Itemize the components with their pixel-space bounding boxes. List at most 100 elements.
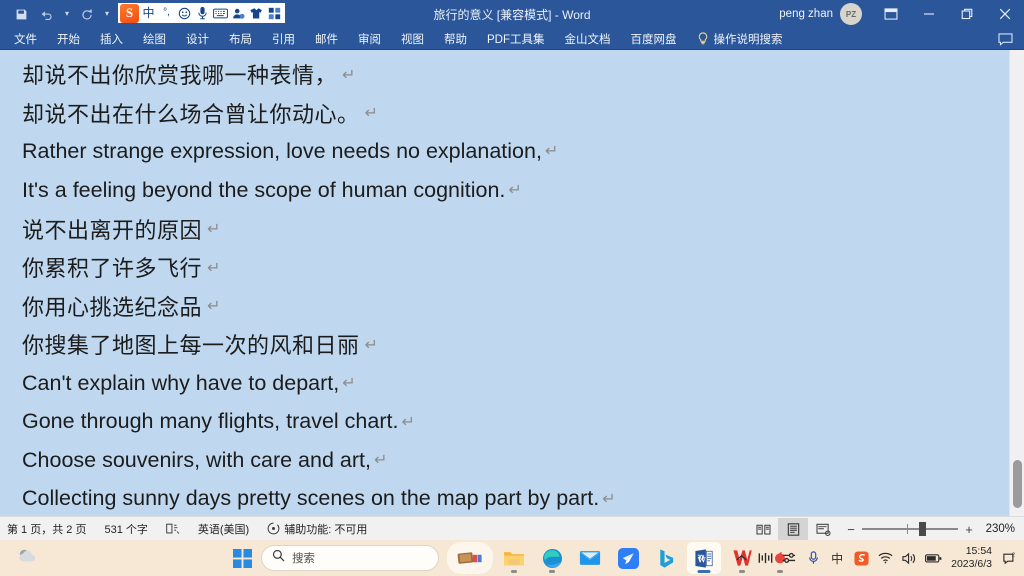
taskbar-app-widgets[interactable]	[447, 542, 493, 574]
tab-draw[interactable]: 绘图	[133, 28, 176, 50]
tab-review[interactable]: 审阅	[348, 28, 391, 50]
accessibility-status[interactable]: 辅助功能: 不可用	[258, 518, 376, 540]
tab-insert[interactable]: 插入	[90, 28, 133, 50]
zoom-slider[interactable]	[862, 521, 958, 537]
soft-keyboard-icon[interactable]	[212, 4, 229, 23]
equalizer-icon[interactable]	[753, 542, 777, 574]
microphone-icon[interactable]	[801, 542, 825, 574]
status-bar: 第 1 页，共 2 页 531 个字 英语(美国) 辅助功能: 不可用 − +	[0, 516, 1024, 540]
customize-quick-access-chevron-down-icon[interactable]: ▾	[100, 3, 114, 25]
sogou-icon[interactable]	[849, 542, 873, 574]
restore-button[interactable]	[948, 0, 986, 28]
toolbox-apps-grid-icon[interactable]	[266, 4, 283, 23]
minimize-button[interactable]	[910, 0, 948, 28]
tell-me-search[interactable]: 操作说明搜索	[687, 28, 783, 50]
proofing-errors-icon[interactable]	[157, 518, 189, 540]
tab-mailings[interactable]: 邮件	[305, 28, 348, 50]
zoom-in-button[interactable]: +	[964, 522, 974, 537]
quick-access-toolbar: ▾ ▾	[0, 3, 114, 25]
emoji-icon[interactable]	[176, 4, 193, 23]
zoom-out-button[interactable]: −	[846, 522, 856, 537]
close-button[interactable]	[986, 0, 1024, 28]
taskbar-app-bing[interactable]	[649, 542, 683, 574]
voice-input-microphone-icon[interactable]	[194, 4, 211, 23]
undo-dropdown-chevron-down-icon[interactable]: ▾	[60, 3, 74, 25]
chinese-ime-icon[interactable]: 中	[825, 542, 849, 574]
document-line: It's a feeling beyond the scope of human…	[22, 171, 1009, 210]
tab-home[interactable]: 开始	[47, 28, 90, 50]
tab-references[interactable]: 引用	[262, 28, 305, 50]
document-line: Collecting sunny days pretty scenes on t…	[22, 480, 1009, 516]
taskbar-search-box[interactable]: 搜索	[261, 545, 439, 571]
sliders-icon[interactable]	[777, 542, 801, 574]
paragraph-mark-icon: ↵	[342, 375, 356, 393]
windows-start-icon[interactable]	[227, 543, 257, 573]
taskbar-app-mail[interactable]	[573, 542, 607, 574]
tab-file[interactable]: 文件	[0, 28, 47, 50]
paragraph-mark-icon: ↵	[508, 182, 522, 200]
taskbar-app-microsoft-word[interactable]: W	[687, 542, 721, 574]
chevron-up-icon[interactable]	[729, 542, 753, 574]
undo-icon[interactable]	[34, 3, 60, 25]
taskbar-app-bird[interactable]	[611, 542, 645, 574]
speaker-icon[interactable]	[897, 542, 921, 574]
sogou-ime-toolbar[interactable]: S 中 °,	[117, 2, 286, 24]
document-line: 却说不出你欣赏我哪一种表情， ↵	[22, 55, 1009, 94]
line-text: 你用心挑选纪念品	[22, 295, 203, 321]
taskbar-clock[interactable]: 15:54 2023/6/3	[945, 545, 998, 571]
language-indicator[interactable]: 英语(美国)	[189, 518, 258, 540]
skin-shirt-icon[interactable]	[248, 4, 265, 23]
tab-help[interactable]: 帮助	[434, 28, 477, 50]
ribbon-display-options-icon[interactable]	[872, 0, 910, 28]
view-web-layout-button[interactable]	[808, 518, 838, 540]
document-line: Choose souvenirs, with care and art, ↵	[22, 441, 1009, 480]
battery-icon[interactable]	[921, 542, 945, 574]
document-page[interactable]: 却说不出你欣赏我哪一种表情， ↵ 却说不出在什么场合曾让你动心。 ↵ Rathe…	[0, 50, 1009, 516]
word-count[interactable]: 531 个字	[95, 518, 156, 540]
weather-widget[interactable]	[8, 540, 58, 576]
save-icon[interactable]	[8, 3, 34, 25]
avatar[interactable]: PZ	[840, 3, 862, 25]
view-print-layout-button[interactable]	[778, 518, 808, 540]
running-indicator-dot	[549, 570, 555, 573]
scrollbar-thumb[interactable]	[1013, 460, 1022, 508]
line-text: Can't explain why have to depart,	[22, 370, 340, 395]
wifi-icon[interactable]	[873, 542, 897, 574]
page-info[interactable]: 第 1 页，共 2 页	[0, 518, 95, 540]
taskbar-app-file-explorer[interactable]	[497, 542, 531, 574]
comment-icon[interactable]	[992, 28, 1018, 50]
taskbar: 搜索 W 中 15:54 2023/6/3 2	[0, 540, 1024, 576]
clock-time: 15:54	[965, 545, 992, 557]
tab-kingsoft-docs[interactable]: 金山文档	[555, 28, 621, 50]
punctuation-mode-icon[interactable]: °,	[158, 4, 175, 23]
tab-layout[interactable]: 布局	[219, 28, 262, 50]
line-text: Collecting sunny days pretty scenes on t…	[22, 486, 600, 511]
system-tray: 中 15:54 2023/6/3 2	[729, 540, 1020, 576]
user-account-icon[interactable]	[230, 4, 247, 23]
taskbar-app-microsoft-edge[interactable]	[535, 542, 569, 574]
sogou-logo-icon[interactable]: S	[120, 3, 139, 23]
account-area[interactable]: peng zhan PZ	[779, 3, 862, 25]
notification-bell-icon[interactable]: 2	[998, 542, 1020, 574]
zoom-slider-rail	[862, 528, 958, 530]
zoom-level-label[interactable]: 230%	[980, 523, 1020, 535]
accessibility-icon	[267, 522, 280, 535]
search-icon	[272, 549, 285, 567]
paragraph-mark-icon: ↵	[342, 64, 356, 84]
paragraph-mark-icon: ↵	[207, 257, 221, 277]
line-text: 说不出离开的原因	[22, 218, 203, 244]
tab-pdf-tools[interactable]: PDF工具集	[477, 28, 555, 50]
paragraph-mark-icon: ↵	[207, 219, 221, 239]
svg-text:2: 2	[1011, 552, 1014, 558]
vertical-scrollbar[interactable]	[1009, 50, 1024, 516]
redo-icon[interactable]	[74, 3, 100, 25]
zoom-controls: − + 230%	[838, 521, 1020, 537]
tab-view[interactable]: 视图	[391, 28, 434, 50]
line-text: 却说不出在什么场合曾让你动心。	[22, 102, 360, 128]
view-read-mode-button[interactable]	[748, 518, 778, 540]
tab-design[interactable]: 设计	[176, 28, 219, 50]
zoom-slider-thumb[interactable]	[919, 522, 926, 536]
running-indicator-dot	[511, 570, 517, 573]
tab-baidu-netdisk[interactable]: 百度网盘	[621, 28, 687, 50]
chinese-mode-icon[interactable]: 中	[140, 4, 157, 23]
